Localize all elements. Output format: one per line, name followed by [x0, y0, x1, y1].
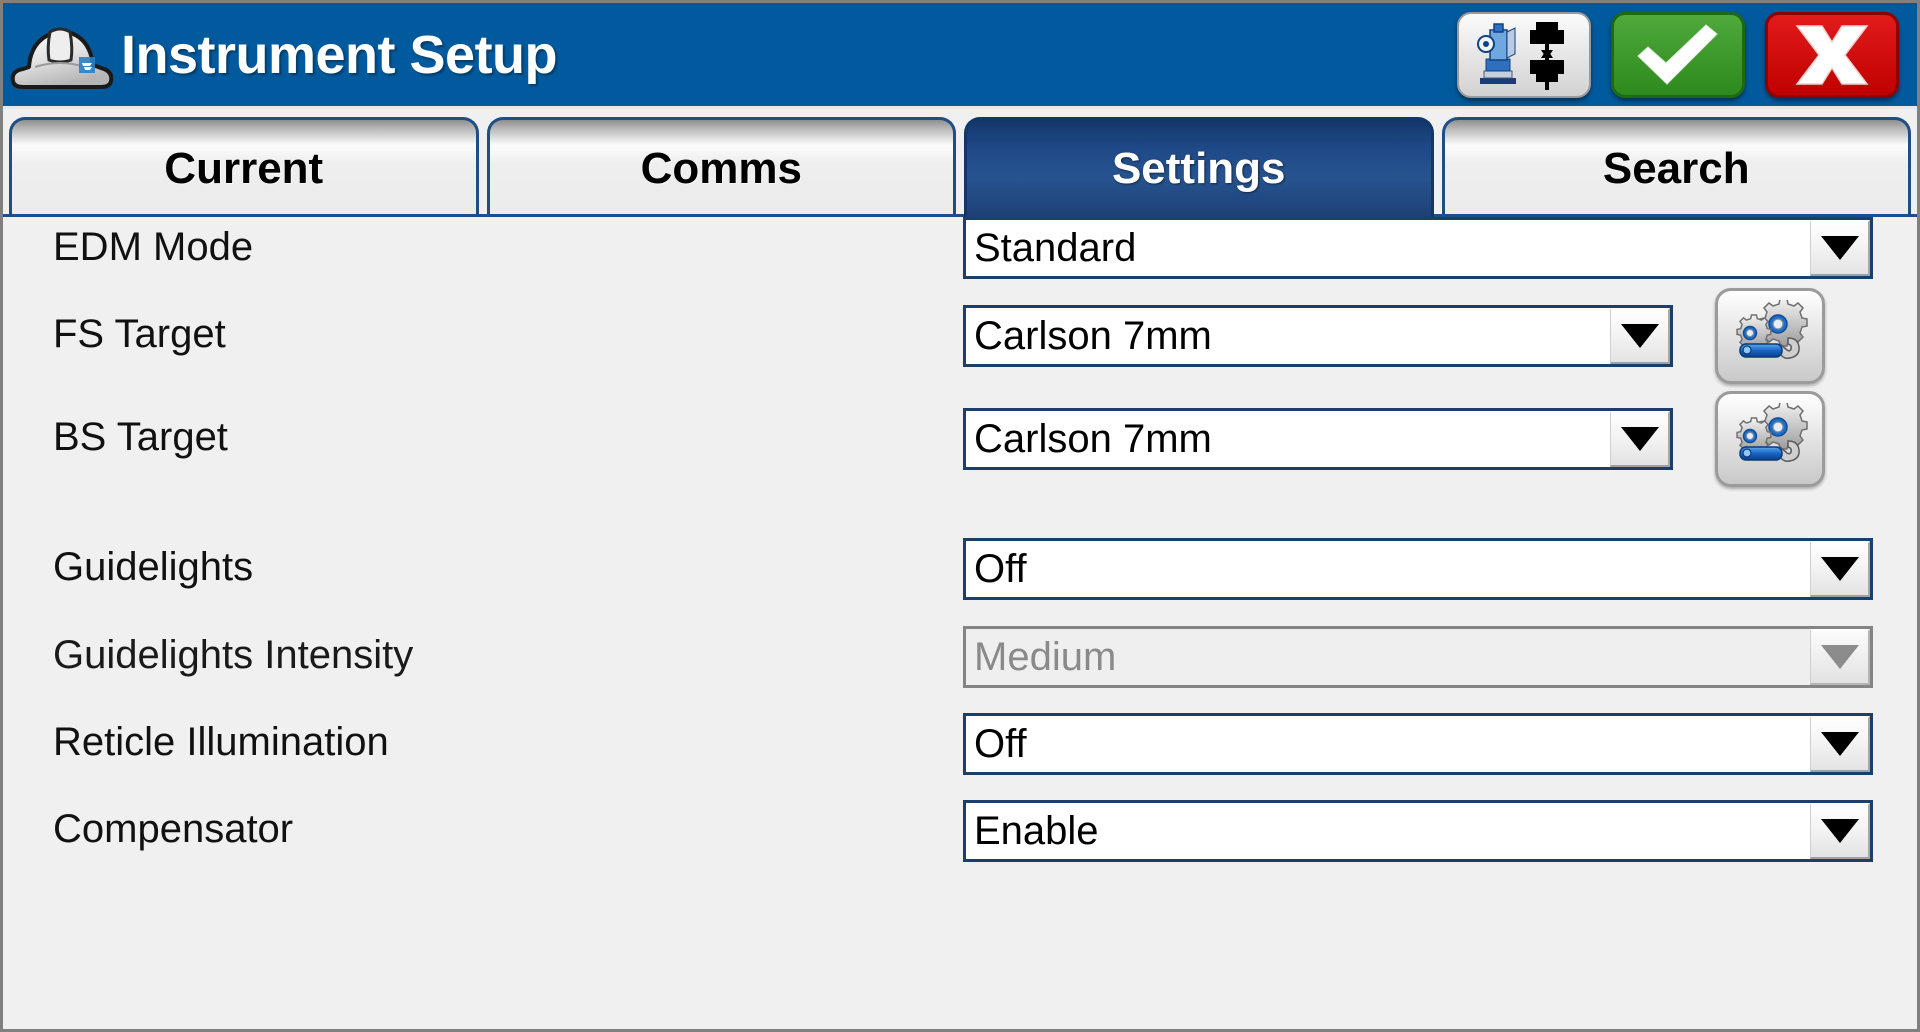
title-bar: Instrument Setup	[3, 3, 1917, 109]
dropdown-compensator[interactable]: Enable	[963, 800, 1873, 862]
chevron-down-icon[interactable]	[1810, 803, 1870, 859]
dropdown-reticle-illumination[interactable]: Off	[963, 713, 1873, 775]
tab-search[interactable]: Search	[1441, 117, 1911, 217]
x-icon	[1795, 24, 1869, 85]
dropdown-guidelights-intensity-value: Medium	[974, 635, 1117, 679]
tab-settings[interactable]: Settings	[964, 117, 1434, 217]
total-station-transfer-icon	[1477, 21, 1564, 90]
label-guidelights-intensity: Guidelights Intensity	[53, 633, 414, 677]
dropdown-reticle-illumination-value: Off	[974, 722, 1027, 766]
gears-wrench-icon	[1736, 403, 1808, 462]
accept-button[interactable]	[1611, 11, 1745, 98]
chevron-down-icon[interactable]	[1610, 411, 1670, 467]
chevron-down-icon[interactable]	[1810, 220, 1870, 276]
gears-wrench-icon	[1736, 300, 1808, 359]
chevron-down-icon[interactable]	[1810, 541, 1870, 597]
dropdown-guidelights-value: Off	[974, 547, 1027, 591]
instrument-setup-window: Instrument Setup Current Comms Settings …	[0, 0, 1920, 1032]
dropdown-guidelights[interactable]: Off	[963, 538, 1873, 600]
dropdown-fs-target[interactable]: Carlson 7mm	[963, 305, 1673, 367]
label-edm-mode: EDM Mode	[53, 225, 254, 269]
chevron-down-icon[interactable]	[1810, 716, 1870, 772]
hard-hat-icon	[5, 5, 115, 105]
header-button-group	[1457, 11, 1899, 98]
fs-target-settings-button[interactable]	[1715, 288, 1825, 384]
dropdown-fs-target-value: Carlson 7mm	[974, 314, 1212, 358]
instrument-transfer-button[interactable]	[1457, 11, 1591, 98]
dropdown-guidelights-intensity: Medium	[963, 626, 1873, 688]
dropdown-edm-mode[interactable]: Standard	[963, 217, 1873, 279]
dropdown-bs-target-value: Carlson 7mm	[974, 417, 1212, 461]
dropdown-compensator-value: Enable	[974, 809, 1099, 853]
chevron-down-icon[interactable]	[1610, 308, 1670, 364]
label-compensator: Compensator	[53, 807, 294, 851]
settings-form: EDM Mode Standard FS Target Carlson 7mm	[3, 217, 1917, 1029]
label-bs-target: BS Target	[53, 415, 228, 459]
label-reticle-illumination: Reticle Illumination	[53, 720, 389, 764]
label-guidelights: Guidelights	[53, 545, 254, 589]
bs-target-settings-button[interactable]	[1715, 391, 1825, 487]
page-title: Instrument Setup	[121, 24, 558, 85]
dropdown-bs-target[interactable]: Carlson 7mm	[963, 408, 1673, 470]
check-icon	[1637, 23, 1718, 85]
label-fs-target: FS Target	[53, 312, 226, 356]
tab-comms[interactable]: Comms	[486, 117, 956, 217]
tab-current[interactable]: Current	[9, 117, 479, 217]
dropdown-edm-mode-value: Standard	[974, 226, 1137, 270]
cancel-button[interactable]	[1765, 11, 1899, 98]
tab-bar: Current Comms Settings Search	[3, 109, 1917, 217]
chevron-down-icon	[1810, 629, 1870, 685]
